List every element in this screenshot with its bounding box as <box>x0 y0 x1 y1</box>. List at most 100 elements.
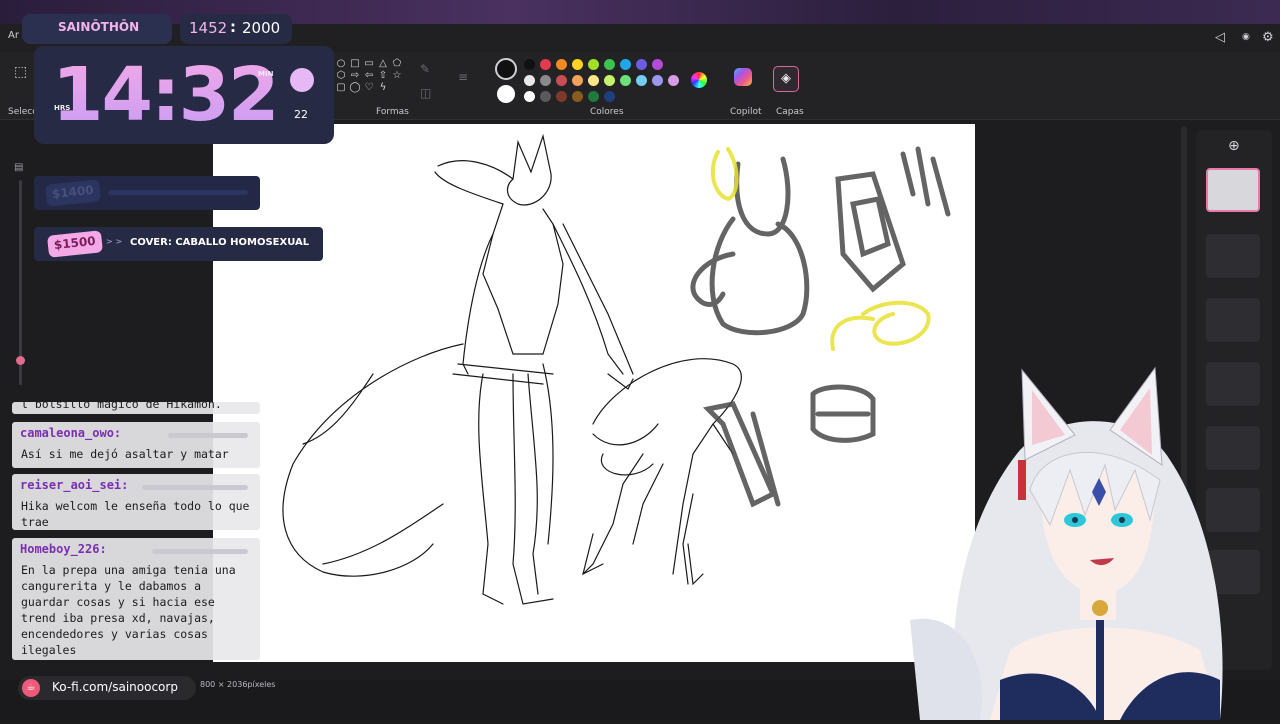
chat-text: l bolsillo mágico de Hikamon. <box>21 402 222 411</box>
goal-title: COVER: CABALLO HOMOSEXUAL <box>130 237 310 248</box>
streamer-tag: SAINŌTHŌN <box>22 14 172 44</box>
drawing-canvas[interactable] <box>213 124 975 662</box>
layers-icon[interactable]: ◈ <box>773 66 799 92</box>
copilot-label: Copilot <box>730 107 762 117</box>
layer-thumb[interactable] <box>1206 234 1260 278</box>
dot-icon[interactable]: ◉ <box>1242 32 1250 42</box>
color-swatch[interactable] <box>636 75 647 86</box>
color-swatch[interactable] <box>540 59 551 70</box>
rounded-rect-shape-icon[interactable]: ▭ <box>362 58 376 69</box>
color-swatch[interactable] <box>588 75 599 86</box>
color-swatch[interactable] <box>620 75 631 86</box>
color-swatch[interactable] <box>556 59 567 70</box>
color-swatch[interactable] <box>588 91 599 102</box>
color-swatch[interactable] <box>556 75 567 86</box>
arrow-right-shape-icon[interactable]: ⇨ <box>348 70 362 81</box>
vtuber-avatar <box>900 360 1280 720</box>
color-swatch[interactable] <box>572 59 583 70</box>
layer-thumb[interactable] <box>1206 298 1260 342</box>
arrow-up-shape-icon[interactable]: ⇧ <box>376 70 390 81</box>
copilot-icon[interactable] <box>734 68 752 86</box>
colors-group-label: Colores <box>590 107 624 117</box>
star-shape-icon[interactable]: ☆ <box>390 70 404 81</box>
color-palette <box>524 59 679 102</box>
chat-overlay: l bolsillo mágico de Hikamon. camaleona_… <box>12 402 260 660</box>
primary-color[interactable] <box>495 58 517 80</box>
color-swatch[interactable] <box>524 75 535 86</box>
kofi-link: ☕ Ko-fi.com/sainoocorp <box>18 676 196 700</box>
layer-thumb-active[interactable] <box>1206 168 1260 212</box>
chat-text: Hika welcom le enseña todo lo que trae <box>21 499 250 529</box>
callout-shape-icon[interactable]: ▢ <box>334 82 348 93</box>
arrow-left-shape-icon[interactable]: ⇦ <box>362 70 376 81</box>
color-swatch[interactable] <box>588 59 599 70</box>
color-swatch[interactable] <box>652 75 663 86</box>
color-swatch[interactable] <box>540 75 551 86</box>
color-picker-icon[interactable] <box>691 72 707 88</box>
chat-divider <box>152 549 248 554</box>
select-tool-icon[interactable]: ⬚ <box>14 64 27 80</box>
chat-text: En la prepa una amiga tenia una cangurer… <box>21 563 236 657</box>
layers-label: Capas <box>776 107 804 117</box>
color-swatch[interactable] <box>604 75 615 86</box>
outline-icon[interactable]: ✎ <box>420 62 430 76</box>
streamer-name: SAINŌTHŌN <box>58 20 140 34</box>
zoom-slider-track[interactable] <box>19 180 22 385</box>
zoom-slider-thumb[interactable] <box>16 356 25 365</box>
rectangle-shape-icon[interactable]: □ <box>348 58 362 69</box>
goal-title-placeholder <box>108 190 248 195</box>
settings-icon[interactable]: ⚙ <box>1262 30 1274 45</box>
color-swatch[interactable] <box>572 91 583 102</box>
timer-display: 14:32 <box>52 52 280 138</box>
goal-price-previous: $1400 <box>44 179 101 207</box>
app-title: Ar <box>8 30 19 41</box>
triangle-shape-icon[interactable]: △ <box>376 58 390 69</box>
chat-message: Homeboy_226: En la prepa una amiga tenia… <box>12 538 260 660</box>
cloud-shape-icon[interactable]: ◯ <box>348 82 362 93</box>
chat-message-partial: l bolsillo mágico de Hikamon. <box>12 402 260 414</box>
color-swatch[interactable] <box>572 75 583 86</box>
canvas-dimensions: 800 × 2036píxeles <box>200 680 276 689</box>
add-layer-icon[interactable]: ⊕ <box>1228 138 1240 154</box>
color-swatch[interactable] <box>540 91 551 102</box>
oval-shape-icon[interactable]: ○ <box>334 58 348 69</box>
heart-shape-icon[interactable]: ♡ <box>362 82 376 93</box>
chat-username: reiser_aoi_sei: <box>20 478 129 492</box>
color-swatch[interactable] <box>636 59 647 70</box>
fill-icon[interactable]: ◫ <box>420 86 431 100</box>
sketch-drawing <box>282 133 951 605</box>
chat-divider <box>168 433 248 438</box>
color-swatch[interactable] <box>604 91 615 102</box>
megaphone-icon[interactable]: ◁ <box>1215 30 1225 45</box>
goal-bar-current: $1500 > > COVER: CABALLO HOMOSEXUAL <box>34 227 323 261</box>
shapes-gallery: ○ □ ▭ △ ⬠ ⬡ ⇨ ⇦ ⇧ ☆ ▢ ◯ ♡ ϟ <box>334 58 408 102</box>
color-swatch[interactable] <box>524 59 535 70</box>
chat-message: camaleona_owo: Así si me dejó asaltar y … <box>12 422 260 468</box>
sub-goal-counter: 1452 : 2000 <box>180 14 292 44</box>
kofi-url: Ko-fi.com/sainoocorp <box>52 680 178 694</box>
kofi-cup-icon: ☕ <box>22 679 40 697</box>
pentagon-shape-icon[interactable]: ⬠ <box>390 58 404 69</box>
zoom-icon: ▤ <box>14 162 24 173</box>
chat-divider <box>142 485 248 490</box>
chat-message: reiser_aoi_sei: Hika welcom le enseña to… <box>12 474 260 530</box>
chat-username: Homeboy_226: <box>20 542 107 556</box>
chat-text: Así si me dejó asaltar y matar <box>21 447 229 461</box>
color-swatch[interactable] <box>652 59 663 70</box>
goal-price-current: $1500 <box>46 230 103 258</box>
seconds-dot <box>290 68 314 92</box>
color-swatch[interactable] <box>620 59 631 70</box>
color-swatch[interactable] <box>604 59 615 70</box>
hexagon-shape-icon[interactable]: ⬡ <box>334 70 348 81</box>
secondary-color[interactable] <box>497 85 515 103</box>
goal-chevrons: > > <box>106 237 123 246</box>
goal-bar-previous: $1400 <box>34 176 260 210</box>
color-swatch[interactable] <box>668 75 679 86</box>
goal-separator: : <box>230 18 236 36</box>
color-swatch[interactable] <box>524 91 535 102</box>
size-icon[interactable]: ≡ <box>458 70 468 84</box>
seconds-value: 22 <box>294 108 308 121</box>
color-swatch[interactable] <box>556 91 567 102</box>
lightning-shape-icon[interactable]: ϟ <box>376 82 390 93</box>
goal-total: 2000 <box>242 19 281 37</box>
